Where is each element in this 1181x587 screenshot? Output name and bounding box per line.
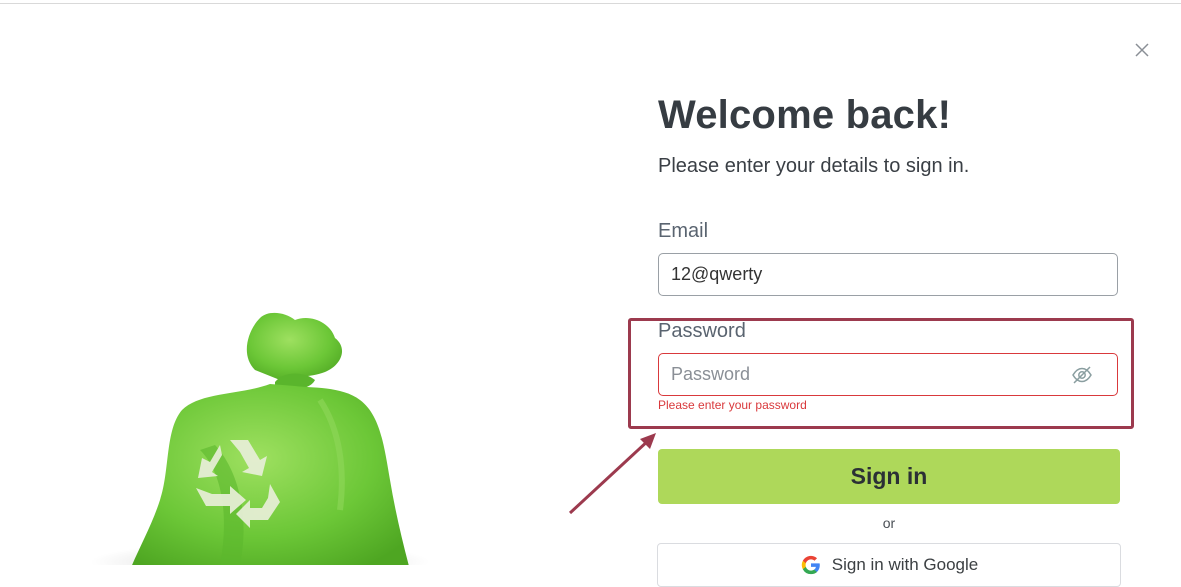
top-divider [0, 3, 1181, 4]
close-icon [1135, 43, 1149, 57]
email-label: Email [658, 220, 709, 242]
page-title: Welcome back! [658, 93, 952, 137]
annotation-arrow [568, 433, 656, 515]
close-button[interactable] [1132, 40, 1152, 60]
email-field[interactable] [658, 253, 1118, 296]
recycling-bag-image [90, 312, 430, 565]
google-sign-in-button[interactable]: Sign in with Google [657, 543, 1121, 587]
annotation-highlight-box [628, 318, 1134, 429]
google-icon [801, 555, 820, 575]
sign-in-button[interactable]: Sign in [658, 449, 1120, 504]
google-sign-in-label: Sign in with Google [831, 555, 979, 574]
page-subtitle: Please enter your details to sign in. [658, 155, 970, 177]
or-divider-text: or [882, 515, 896, 531]
